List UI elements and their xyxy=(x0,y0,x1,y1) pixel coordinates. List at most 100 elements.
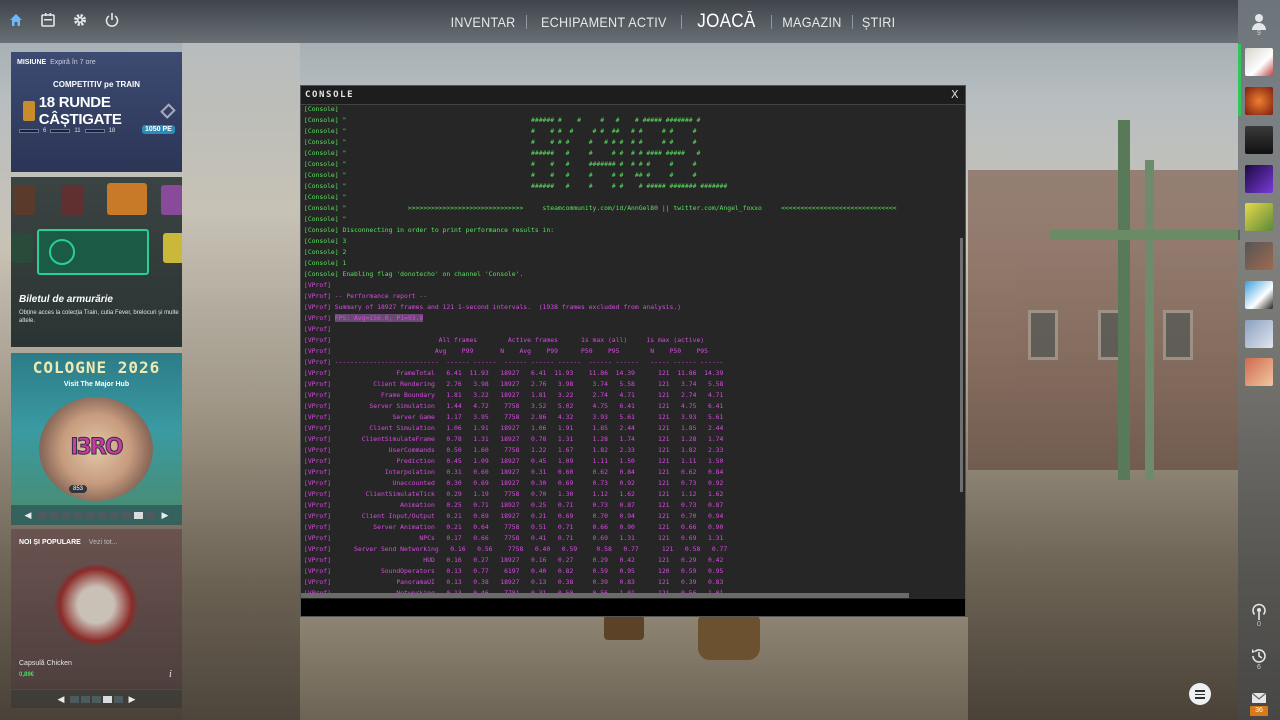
friend-avatar[interactable] xyxy=(1245,126,1273,154)
item-price: 0,89€ xyxy=(19,672,35,678)
antenna-count: 0 xyxy=(1257,621,1261,628)
friend-avatar[interactable] xyxy=(1245,242,1273,270)
console-line-text: [Console] " # # # ####### # # # # # # xyxy=(304,160,697,168)
new-popular-card[interactable]: NOI ȘI POPULARE Vezi tot... Capsulă Chic… xyxy=(11,529,182,689)
history-count: 6 xyxy=(1257,664,1261,671)
horizontal-scrollbar[interactable] xyxy=(301,593,909,598)
console-line-text: [VProf] xyxy=(304,314,335,322)
armory-item-image xyxy=(61,185,83,215)
carousel-dot[interactable] xyxy=(122,511,131,519)
console-line: [VProf] Animation 0.25 0.71 18927 0.25 0… xyxy=(304,500,958,511)
console-line: [VProf] Frame Boundary 1.81 3.22 18927 1… xyxy=(304,390,958,401)
major-title: COLOGNE 2026 xyxy=(32,358,161,377)
home-icon[interactable] xyxy=(8,12,26,30)
nav-play[interactable]: JOACĂ xyxy=(686,11,766,33)
console-line: [VProf] Client Rendering 2.76 3.98 18927… xyxy=(304,379,958,390)
console-line: [Console] " # # # # # # ## # # # # # xyxy=(304,126,958,137)
mission-card[interactable]: MISIUNE Expiră în 7 ore COMPETITIV pe TR… xyxy=(11,52,182,172)
console-line-text: [VProf] xyxy=(304,325,331,333)
console-line: [VProf] -- Performance report -- xyxy=(304,291,958,302)
console-line: [Console] Disconnecting in order to prin… xyxy=(304,225,958,236)
prev-arrow-icon[interactable]: ◀ xyxy=(21,510,35,521)
console-line: [VProf] Client Simulation 1.06 1.91 1892… xyxy=(304,423,958,434)
friend-avatar[interactable] xyxy=(1245,281,1273,309)
console-line: [Console] " # # # # # # # # # # # # # xyxy=(304,137,958,148)
console-input[interactable] xyxy=(301,599,965,616)
carousel-dot[interactable] xyxy=(74,511,83,519)
console-titlebar[interactable]: CONSOLE X xyxy=(301,86,965,105)
mission-title: MISIUNE xyxy=(17,59,47,66)
online-count: 9 xyxy=(1257,30,1261,37)
close-button[interactable]: X xyxy=(951,88,959,101)
carousel-dot[interactable] xyxy=(110,511,119,519)
carousel-dot[interactable] xyxy=(146,511,155,519)
friend-avatar[interactable] xyxy=(1245,87,1273,115)
console-line: [VProf] FPS: Avg=156.0, P1=93.9 xyxy=(304,313,958,324)
nav-store[interactable]: MAGAZIN xyxy=(776,14,848,30)
next-arrow-icon[interactable]: ▶ xyxy=(125,694,139,705)
console-line-text: [VProf] HUD 0.16 0.27 18927 0.16 0.27 0.… xyxy=(304,556,724,564)
next-arrow-icon[interactable]: ▶ xyxy=(158,510,172,521)
settings-sliders-button[interactable] xyxy=(1189,683,1211,705)
friend-avatar[interactable] xyxy=(1245,203,1273,231)
carousel-dot[interactable] xyxy=(62,511,71,519)
gear-icon[interactable] xyxy=(72,12,90,30)
mission-header: MISIUNE Expiră în 7 ore xyxy=(17,59,96,66)
friend-avatar[interactable] xyxy=(1245,358,1273,386)
major-card[interactable]: COLOGNE 2026 Visit The Major Hub I3RO 85… xyxy=(11,353,182,525)
console-line-text: [Console] " xyxy=(304,193,347,201)
antenna-icon[interactable] xyxy=(1249,602,1269,622)
console-line-text: [VProf] Prediction 0.45 1.09 18927 0.45 … xyxy=(304,457,724,465)
power-icon[interactable] xyxy=(104,12,122,30)
console-line-text: [VProf] Client Input/Output 0.21 0.69 18… xyxy=(304,512,724,520)
carousel-dot[interactable] xyxy=(70,695,79,703)
carousel-dot[interactable] xyxy=(114,695,123,703)
console-window[interactable]: CONSOLE X [Console] [Console] " ###### # … xyxy=(300,85,966,617)
armory-item-image xyxy=(107,183,147,215)
item-name: Capsulă Chicken xyxy=(19,660,72,667)
background-pole xyxy=(1145,160,1154,480)
armory-pass-card[interactable]: Biletul de armurărie Obține acces la col… xyxy=(11,177,182,347)
vertical-scrollbar[interactable] xyxy=(960,238,963,492)
carousel-dot[interactable] xyxy=(50,511,59,519)
carousel-dot[interactable] xyxy=(92,695,101,703)
console-line: [VProf] Client Input/Output 0.21 0.69 18… xyxy=(304,511,958,522)
carousel-dot[interactable] xyxy=(81,695,90,703)
character-boot xyxy=(604,615,644,640)
console-line: [VProf] Server Game 1.17 3.95 7758 2.86 … xyxy=(304,412,958,423)
console-line: [VProf] ClientSimulateTick 0.29 1.19 775… xyxy=(304,489,958,500)
nav-divider xyxy=(526,14,528,29)
console-line-text: [Console] " # # # # # # ## # # # xyxy=(304,171,697,179)
console-line: [Console] xyxy=(304,104,958,115)
console-line: [Console] 3 xyxy=(304,236,958,247)
info-icon[interactable]: i xyxy=(169,669,172,680)
calendar-icon[interactable] xyxy=(40,12,58,30)
console-line-text: [VProf] ClientSimulateTick 0.29 1.19 775… xyxy=(304,490,724,498)
armory-ticket-image xyxy=(37,229,149,275)
carousel-dot[interactable] xyxy=(98,511,107,519)
main-nav: INVENTAR ECHIPAMENT ACTIV JOACĂ MAGAZIN … xyxy=(440,0,904,43)
carousel-dot-active[interactable] xyxy=(103,695,112,703)
carousel-dot[interactable] xyxy=(86,511,95,519)
friend-avatar[interactable] xyxy=(1245,165,1273,193)
console-line-text: [VProf] FrameTotal 6.41 11.93 18927 6.41… xyxy=(304,369,724,377)
history-icon[interactable] xyxy=(1249,646,1269,666)
console-line-text: [VProf] PanoramaUI 0.13 0.38 18927 0.13 … xyxy=(304,578,724,586)
friend-avatar[interactable] xyxy=(1245,320,1273,348)
prev-arrow-icon[interactable]: ◀ xyxy=(54,694,68,705)
console-log[interactable]: [Console] [Console] " ###### # # # # # ##… xyxy=(304,104,958,594)
carousel-dot-active[interactable] xyxy=(134,511,143,519)
console-line-text: [VProf] xyxy=(304,281,331,289)
nav-inventory[interactable]: INVENTAR xyxy=(444,14,522,30)
console-line: [Console] " ###### # # # # # # #### ####… xyxy=(304,148,958,159)
mission-goal: 18 RUNDE CÂȘTIGATE xyxy=(38,94,122,128)
nav-loadout[interactable]: ECHIPAMENT ACTIV xyxy=(535,14,673,30)
see-all-link[interactable]: Vezi tot... xyxy=(89,539,118,546)
carousel-dot[interactable] xyxy=(38,511,47,519)
console-line-text: [VProf] Server Animation 0.21 0.64 7758 … xyxy=(304,523,724,531)
friend-avatar[interactable] xyxy=(1245,48,1273,76)
console-line: [Console] " # # # # # # ## # # # xyxy=(304,170,958,181)
nav-news[interactable]: ȘTIRI xyxy=(855,14,901,30)
armory-item-image xyxy=(11,233,33,263)
console-line: [VProf] xyxy=(304,280,958,291)
